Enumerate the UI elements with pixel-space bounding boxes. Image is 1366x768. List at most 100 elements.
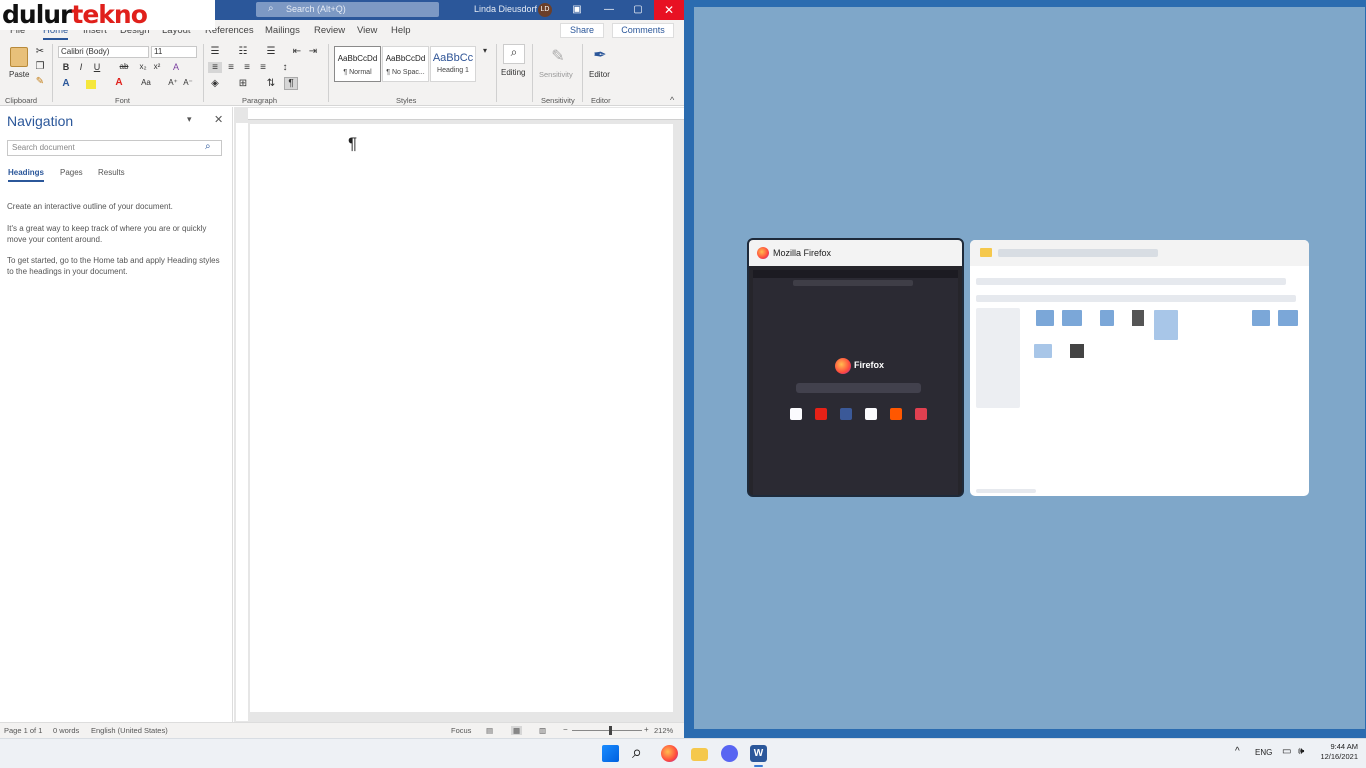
tab-review[interactable]: Review xyxy=(314,25,345,36)
justify-icon[interactable]: ≡ xyxy=(256,62,270,73)
numbering-icon[interactable]: ☷ xyxy=(236,46,250,57)
shading-icon[interactable]: ◈ xyxy=(208,78,222,89)
increase-indent-icon[interactable]: ⇥ xyxy=(306,46,320,57)
word-icon[interactable]: W xyxy=(750,745,767,762)
zoom-level[interactable]: 212% xyxy=(654,726,673,735)
show-formatting-icon[interactable]: ¶ xyxy=(284,77,298,90)
word-search-box[interactable]: Search (Alt+Q) xyxy=(256,2,439,17)
align-left-icon[interactable]: ≡ xyxy=(208,62,222,73)
search-icon[interactable]: ⌕ xyxy=(205,141,211,152)
nav-tab-results[interactable]: Results xyxy=(98,168,125,177)
blurred-toolbar xyxy=(976,278,1286,285)
clock[interactable]: 9:44 AM 12/16/2021 xyxy=(1316,742,1358,762)
tab-mailings[interactable]: Mailings xyxy=(265,25,300,36)
bullets-icon[interactable]: ☰ xyxy=(208,46,222,57)
style-heading-1[interactable]: AaBbCc Heading 1 xyxy=(430,46,476,82)
align-center-icon[interactable]: ≡ xyxy=(224,62,238,73)
network-icon[interactable]: ▭ xyxy=(1282,746,1291,757)
start-icon[interactable] xyxy=(602,745,619,762)
sensitivity-button[interactable]: Sensitivity xyxy=(539,70,573,79)
zoom-slider[interactable] xyxy=(572,730,642,731)
page-count[interactable]: Page 1 of 1 xyxy=(4,726,42,735)
firefox-icon[interactable] xyxy=(661,745,678,762)
search-document-input[interactable]: Search document xyxy=(7,140,222,156)
explorer-window-thumbnail[interactable] xyxy=(970,240,1309,496)
group-font: Font xyxy=(115,96,131,105)
clear-formatting-icon[interactable]: A xyxy=(169,62,183,72)
close-icon[interactable]: ✕ xyxy=(654,0,684,20)
superscript-icon[interactable]: x² xyxy=(150,62,164,71)
tab-help[interactable]: Help xyxy=(391,25,411,36)
nav-options-icon[interactable]: ▾ xyxy=(187,114,192,125)
vertical-ruler[interactable] xyxy=(236,123,248,721)
zoom-out-icon[interactable]: − xyxy=(563,725,568,734)
maximize-icon[interactable]: ▢ xyxy=(624,0,652,20)
highlight-icon[interactable] xyxy=(86,80,96,89)
styles-more-icon[interactable]: ▾ xyxy=(478,46,492,55)
blurred-file-icon xyxy=(1034,344,1052,358)
comments-button[interactable]: Comments xyxy=(612,23,674,38)
style-no-spacing[interactable]: AaBbCcDd ¶ No Spac... xyxy=(382,46,429,82)
borders-icon[interactable]: ⊞ xyxy=(236,78,250,89)
nav-tab-pages[interactable]: Pages xyxy=(60,168,83,177)
paste-label: Paste xyxy=(9,70,30,79)
text-effects-icon[interactable]: A xyxy=(59,78,73,89)
italic-icon[interactable]: I xyxy=(74,62,88,72)
chevron-up-icon[interactable]: ^ xyxy=(1235,746,1240,757)
editing-search-icon[interactable]: ⌕ xyxy=(503,44,525,64)
horizontal-ruler[interactable] xyxy=(248,108,684,120)
volume-icon[interactable]: 🕪 xyxy=(1298,746,1304,757)
active-app-indicator xyxy=(754,765,763,767)
nav-close-icon[interactable]: ✕ xyxy=(214,113,223,126)
sensitivity-icon[interactable]: ✎ xyxy=(549,46,567,66)
document-page[interactable] xyxy=(250,124,673,712)
print-layout-icon[interactable]: ▦ xyxy=(511,726,523,735)
divider xyxy=(52,44,53,102)
minimize-icon[interactable]: — xyxy=(595,0,623,20)
strikethrough-icon[interactable]: ab xyxy=(117,62,131,71)
read-mode-icon[interactable]: ▤ xyxy=(486,726,493,735)
avatar[interactable]: LD xyxy=(538,3,552,17)
focus-button[interactable]: Focus xyxy=(451,726,471,735)
zoom-in-icon[interactable]: + xyxy=(644,725,649,734)
bold-icon[interactable]: B xyxy=(59,62,73,72)
decrease-indent-icon[interactable]: ⇤ xyxy=(290,46,304,57)
firefox-window-thumbnail[interactable]: Mozilla Firefox Firefox xyxy=(747,238,964,497)
editing-button[interactable]: Editing xyxy=(501,68,525,77)
grow-font-icon[interactable]: A⁺ xyxy=(166,78,180,87)
nav-tab-headings[interactable]: Headings xyxy=(8,168,45,182)
editor-button[interactable]: Editor xyxy=(589,70,610,79)
font-color-icon[interactable]: A xyxy=(112,77,126,88)
file-explorer-icon[interactable] xyxy=(691,748,708,761)
ribbon-display-icon[interactable]: ▣ xyxy=(563,0,591,20)
blurred-file-icon xyxy=(1154,310,1178,340)
tab-view[interactable]: View xyxy=(357,25,377,36)
input-language[interactable]: ENG xyxy=(1255,748,1272,757)
change-case-icon[interactable]: Aa xyxy=(139,78,153,87)
style-normal[interactable]: AaBbCcDd ¶ Normal xyxy=(334,46,381,82)
subscript-icon[interactable]: x₂ xyxy=(136,62,150,71)
underline-icon[interactable]: U xyxy=(90,62,104,72)
firefox-brand: Firefox xyxy=(854,360,885,370)
sort-icon[interactable]: ⇅ xyxy=(264,78,278,89)
collapse-ribbon-icon[interactable]: ^ xyxy=(670,95,674,105)
shortcut-tile-icon xyxy=(790,408,802,420)
paste-icon[interactable] xyxy=(10,47,28,67)
editor-icon[interactable]: ✒ xyxy=(591,45,609,65)
font-size-select[interactable]: 11 xyxy=(151,46,197,58)
word-count[interactable]: 0 words xyxy=(53,726,79,735)
font-name-select[interactable]: Calibri (Body) xyxy=(58,46,149,58)
search-icon[interactable]: ⌕ xyxy=(632,742,642,763)
cut-icon[interactable]: ✂ xyxy=(33,46,47,57)
shrink-font-icon[interactable]: A⁻ xyxy=(181,78,195,87)
share-button[interactable]: Share xyxy=(560,23,604,38)
discord-icon[interactable] xyxy=(721,745,738,762)
web-layout-icon[interactable]: ▥ xyxy=(539,726,546,735)
format-painter-icon[interactable]: ✎ xyxy=(33,76,47,87)
multilevel-list-icon[interactable]: ☰ xyxy=(264,46,278,57)
align-right-icon[interactable]: ≡ xyxy=(240,62,254,73)
zoom-slider-thumb[interactable] xyxy=(609,726,612,735)
language-status[interactable]: English (United States) xyxy=(91,726,168,735)
line-spacing-icon[interactable]: ↕ xyxy=(278,62,292,73)
copy-icon[interactable]: ❐ xyxy=(33,61,47,72)
